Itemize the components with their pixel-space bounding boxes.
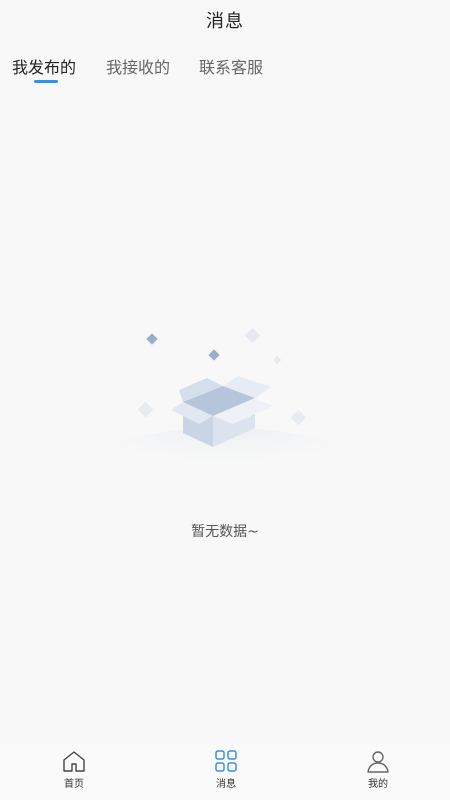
nav-item-home[interactable]: 首页 <box>49 748 99 790</box>
tab-my-published[interactable]: 我发布的 <box>12 54 76 78</box>
empty-box-icon <box>105 327 345 470</box>
nav-messages-label: 消息 <box>216 779 236 790</box>
tab-my-received[interactable]: 我接收的 <box>106 54 170 78</box>
page-title: 消息 <box>206 11 244 32</box>
page-header: 消息 <box>0 0 450 40</box>
nav-item-mine[interactable]: 我的 <box>353 748 403 790</box>
nav-home-label: 首页 <box>64 779 84 790</box>
grid-icon <box>215 750 237 772</box>
empty-state: 暂无数据~ <box>0 320 450 560</box>
tab-bar: 我发布的 我接收的 联系客服 <box>0 50 450 90</box>
tab-contact-service[interactable]: 联系客服 <box>199 54 263 78</box>
bottom-nav: 首页 消息 我的 <box>0 744 450 800</box>
nav-item-messages[interactable]: 消息 <box>201 748 251 790</box>
nav-mine-label: 我的 <box>368 779 388 790</box>
empty-state-text: 暂无数据~ <box>191 524 259 540</box>
active-tab-indicator <box>34 80 58 83</box>
user-icon <box>367 751 389 773</box>
home-icon <box>63 751 85 772</box>
